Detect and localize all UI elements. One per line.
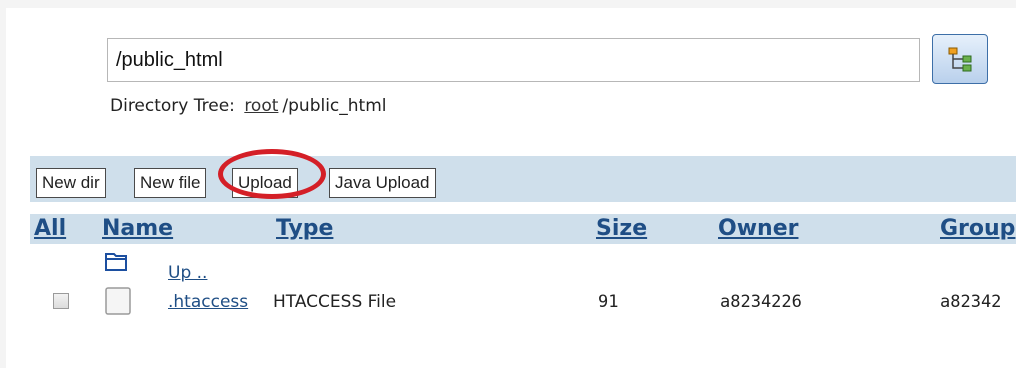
header-name[interactable]: Name	[102, 216, 173, 241]
up-link[interactable]: Up ..	[168, 263, 207, 283]
file-name-link[interactable]: .htaccess	[168, 292, 248, 312]
header-group[interactable]: Group	[940, 216, 1015, 241]
new-dir-button[interactable]: New dir	[36, 168, 106, 198]
header-all[interactable]: All	[34, 216, 66, 241]
header-owner[interactable]: Owner	[718, 216, 798, 241]
action-toolbar: New dir New file Upload Java Upload	[30, 156, 1016, 202]
up-link-row: Up ..	[168, 263, 207, 283]
directory-tree-breadcrumb: Directory Tree: root/public_html	[110, 96, 387, 116]
file-row-checkbox[interactable]	[53, 293, 69, 309]
highlight-circle	[218, 149, 326, 199]
java-upload-button[interactable]: Java Upload	[329, 168, 436, 198]
file-size: 91	[598, 292, 619, 312]
table-header-band	[30, 214, 1016, 244]
path-input[interactable]	[107, 38, 920, 82]
file-icon	[105, 287, 131, 315]
directory-tree-label: Directory Tree:	[110, 96, 235, 116]
folder-icon	[105, 253, 127, 271]
header-size[interactable]: Size	[596, 216, 647, 241]
header-type[interactable]: Type	[276, 216, 333, 241]
root-link[interactable]: root	[244, 96, 278, 116]
current-directory: /public_html	[282, 96, 387, 116]
new-file-button[interactable]: New file	[134, 168, 207, 198]
directory-tree-button[interactable]	[932, 34, 988, 84]
file-owner: a8234226	[720, 292, 802, 312]
file-type: HTACCESS File	[273, 292, 397, 312]
file-group: a82342	[940, 292, 1002, 312]
directory-tree-icon	[948, 47, 972, 72]
